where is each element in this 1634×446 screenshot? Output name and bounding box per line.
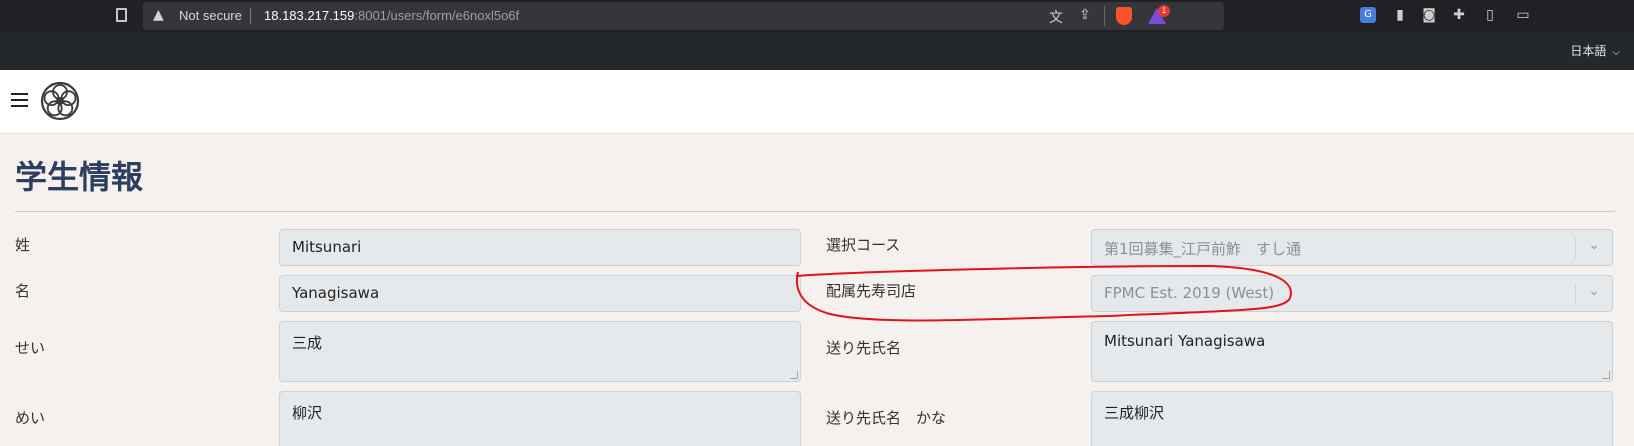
first-name-value: Yanagisawa — [292, 284, 380, 302]
select-divider — [1575, 284, 1576, 304]
first-name-kana-value: 柳沢 — [292, 404, 323, 422]
chevron-down-icon: ⌄ — [1588, 283, 1600, 299]
chevron-down-icon: ⌄ — [1588, 237, 1600, 253]
logo — [40, 81, 80, 121]
chevron-down-icon: ⌵ — [1612, 47, 1620, 58]
language-bar: 日本語 ⌵ — [0, 32, 1634, 70]
camera-icon[interactable]: ◙ — [1421, 7, 1437, 23]
address-bar[interactable]: ▲ Not secure 18.183.217.159:8001/users/f… — [143, 2, 1224, 30]
first-name-kana-label: めい — [15, 409, 46, 427]
warning-icon[interactable]: ▲ — [153, 7, 164, 23]
recipient-name-label: 送り先氏名 — [826, 339, 902, 357]
address-divider — [1104, 6, 1105, 26]
browser-toolbar: ▲ Not secure 18.183.217.159:8001/users/f… — [0, 0, 1634, 32]
last-name-value: Mitsunari — [292, 238, 362, 256]
course-label: 選択コース — [826, 236, 901, 254]
first-name-kana-textarea[interactable]: 柳沢 — [279, 391, 801, 446]
puzzle-icon[interactable]: ✚ — [1451, 7, 1467, 23]
last-name-input[interactable]: Mitsunari — [279, 229, 801, 266]
recipient-kana-label: 送り先氏名 かな — [826, 409, 947, 427]
assigned-shop-label: 配属先寿司店 — [826, 282, 917, 300]
rewards-badge: 1 — [1158, 5, 1170, 17]
assigned-shop-value: FPMC Est. 2019 (West) — [1104, 284, 1275, 302]
last-name-kana-value: 三成 — [292, 334, 323, 352]
translate-icon[interactable]: 文 — [1049, 7, 1063, 27]
app-header — [0, 70, 1634, 134]
google-translate-icon[interactable]: G — [1360, 7, 1376, 23]
title-divider — [15, 211, 1615, 212]
course-value: 第1回募集_江戸前鮓 すし通 — [1104, 240, 1302, 258]
language-selector[interactable]: 日本語 ⌵ — [1570, 42, 1620, 59]
url-host: 18.183.217.159 — [264, 8, 355, 23]
resize-handle-icon[interactable] — [1602, 371, 1610, 379]
hamburger-menu-icon[interactable] — [11, 93, 28, 107]
recipient-name-value: Mitsunari Yanagisawa — [1104, 332, 1266, 350]
sidebar-icon[interactable]: ▯ — [1482, 7, 1498, 23]
recipient-name-textarea[interactable]: Mitsunari Yanagisawa — [1091, 321, 1613, 382]
recipient-kana-value: 三成柳沢 — [1104, 404, 1165, 422]
share-icon[interactable]: ⇪ — [1079, 7, 1091, 23]
not-secure-label[interactable]: Not secure — [179, 8, 242, 23]
first-name-label: 名 — [15, 282, 31, 300]
url-text[interactable]: 18.183.217.159:8001/users/form/e6noxl5o6… — [264, 8, 519, 23]
last-name-label: 姓 — [15, 236, 31, 254]
wallet-icon[interactable]: ▭ — [1515, 7, 1531, 23]
last-name-kana-textarea[interactable]: 三成 — [279, 321, 801, 382]
select-divider — [1575, 238, 1576, 258]
last-name-kana-label: せい — [15, 339, 46, 357]
brave-shield-icon[interactable] — [1116, 7, 1132, 25]
assigned-shop-select[interactable]: FPMC Est. 2019 (West) ⌄ — [1091, 275, 1613, 312]
recipient-kana-textarea[interactable]: 三成柳沢 — [1091, 391, 1613, 446]
bookmark-icon[interactable] — [116, 8, 127, 22]
resize-handle-icon[interactable] — [790, 371, 798, 379]
language-label: 日本語 — [1570, 44, 1607, 58]
course-select[interactable]: 第1回募集_江戸前鮓 すし通 ⌄ — [1091, 229, 1613, 266]
url-path: :8001/users/form/e6noxl5o6f — [354, 8, 520, 23]
address-separator — [250, 8, 251, 24]
first-name-input[interactable]: Yanagisawa — [279, 275, 801, 312]
page-title: 学生情報 — [15, 158, 144, 196]
notes-icon[interactable]: ▮ — [1392, 7, 1408, 23]
